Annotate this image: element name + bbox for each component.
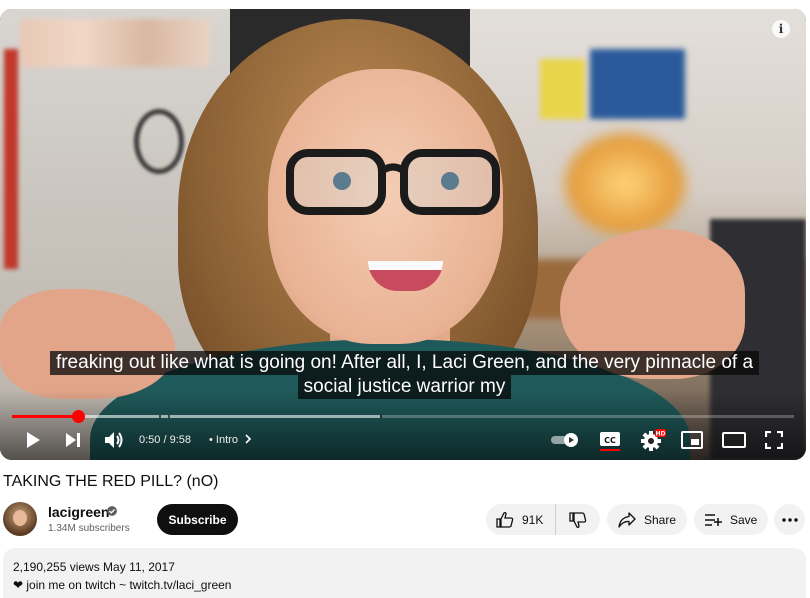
- subscribe-button[interactable]: Subscribe: [157, 504, 238, 535]
- time-display: 0:50 / 9:58: [139, 434, 191, 446]
- share-label: Share: [644, 512, 677, 527]
- dislike-button[interactable]: [556, 504, 600, 535]
- play-icon: [27, 432, 40, 448]
- view-count-and-date: 2,190,255 views May 11, 2017: [13, 560, 175, 574]
- verified-badge-icon: [107, 506, 117, 516]
- player-controls: 0:50 / 9:58 • Intro CC HD: [0, 425, 806, 455]
- chapter-separator: •: [209, 434, 213, 446]
- settings-button[interactable]: HD: [639, 428, 667, 452]
- save-button[interactable]: Save: [694, 504, 768, 535]
- info-icon[interactable]: i: [772, 20, 790, 38]
- like-count: 91K: [522, 512, 544, 527]
- like-button[interactable]: 91K: [486, 504, 556, 535]
- caption-line-1: freaking out like what is going on! Afte…: [49, 351, 760, 375]
- description-box[interactable]: 2,190,255 views May 11, 2017 ❤ join me o…: [3, 548, 806, 598]
- share-button[interactable]: Share: [607, 504, 687, 535]
- next-icon: [66, 433, 80, 447]
- miniplayer-icon: [681, 431, 703, 449]
- volume-button[interactable]: [102, 428, 126, 452]
- subscriber-count: 1.34M subscribers: [48, 523, 130, 534]
- channel-name[interactable]: lacigreen: [48, 504, 109, 520]
- thumbs-up-icon: [496, 511, 514, 528]
- closed-captions-icon: CC: [600, 432, 620, 451]
- more-actions-button[interactable]: [774, 504, 805, 535]
- chapter-name: Intro: [215, 434, 238, 446]
- progress-played: [12, 415, 79, 418]
- autoplay-toggle[interactable]: [551, 428, 581, 452]
- share-icon: [618, 511, 636, 528]
- autoplay-toggle-icon: [551, 433, 578, 447]
- save-playlist-icon: [705, 513, 722, 526]
- chapter-label[interactable]: • Intro: [209, 434, 252, 446]
- thumbs-down-icon: [569, 511, 587, 528]
- svg-text:CC: CC: [604, 436, 616, 445]
- video-title: TAKING THE RED PILL? (nO): [3, 473, 219, 490]
- channel-avatar[interactable]: [3, 502, 37, 536]
- miniplayer-button[interactable]: [680, 428, 704, 452]
- fullscreen-button[interactable]: [763, 428, 785, 452]
- captions-button[interactable]: CC: [598, 428, 622, 452]
- progress-bar[interactable]: [12, 410, 794, 423]
- next-button[interactable]: [62, 428, 84, 452]
- video-player[interactable]: i freaking out like what is going on! Af…: [0, 9, 806, 460]
- svg-text:HD: HD: [655, 431, 665, 438]
- like-dislike-group: 91K: [486, 504, 600, 535]
- theater-mode-icon: [722, 432, 746, 448]
- gear-icon: HD: [641, 429, 666, 451]
- save-label: Save: [730, 512, 758, 527]
- play-button[interactable]: [22, 428, 44, 452]
- more-horizontal-icon: [781, 517, 798, 522]
- theater-mode-button[interactable]: [721, 428, 747, 452]
- description-text: ❤ join me on twitch ~ twitch.tv/laci_gre…: [13, 578, 232, 592]
- fullscreen-icon: [765, 431, 783, 449]
- volume-icon: [105, 432, 123, 448]
- chevron-right-icon: [245, 434, 252, 444]
